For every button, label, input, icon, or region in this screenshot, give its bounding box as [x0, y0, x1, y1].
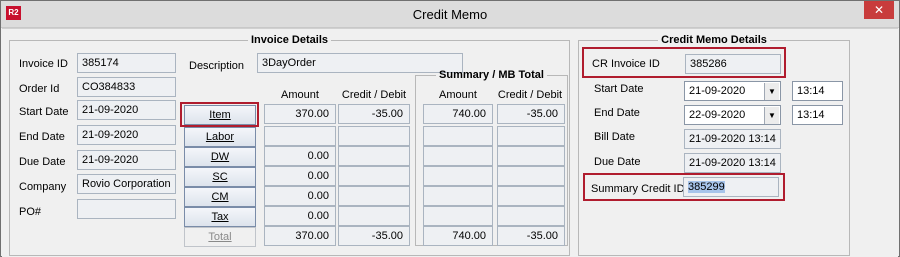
item-button-highlight — [180, 102, 259, 127]
close-button[interactable]: ✕ — [864, 1, 894, 19]
total-summary-amount-field[interactable]: 740.00 — [423, 226, 493, 246]
summary-credit-id-highlight — [583, 173, 785, 201]
order-id-label: Order Id — [19, 83, 60, 95]
dw-credit-debit-field[interactable] — [338, 146, 410, 166]
item-credit-debit-field[interactable]: -35.00 — [338, 104, 410, 124]
bill-date-label: Bill Date — [594, 131, 635, 143]
cm-end-time-field[interactable]: 13:14 — [792, 105, 843, 125]
sc-button[interactable]: SC — [184, 167, 256, 187]
window-title: Credit Memo — [412, 7, 488, 22]
total-button: Total — [184, 227, 256, 247]
chevron-down-icon[interactable]: ▼ — [764, 83, 779, 100]
client-area: Invoice Details Invoice ID 385174 Order … — [2, 28, 898, 257]
total-summary-credit-debit-field[interactable]: -35.00 — [497, 226, 565, 246]
tax-summary-credit-debit-field[interactable] — [497, 206, 565, 226]
cm-start-date-combo[interactable]: 21-09-2020 ▼ — [684, 81, 781, 101]
end-date-field[interactable]: 21-09-2020 — [77, 125, 176, 145]
due-date-field[interactable]: 21-09-2020 — [77, 150, 176, 170]
cm-end-date-value: 22-09-2020 — [689, 109, 746, 121]
po-number-field[interactable] — [77, 199, 176, 219]
credit-memo-details-legend: Credit Memo Details — [661, 34, 767, 46]
labor-summary-amount-field[interactable] — [423, 126, 493, 146]
total-credit-debit-field[interactable]: -35.00 — [338, 226, 410, 246]
cm-due-date-field[interactable]: 21-09-2020 13:14 — [684, 153, 781, 173]
cm-start-time-field[interactable]: 13:14 — [792, 81, 843, 101]
labor-summary-credit-debit-field[interactable] — [497, 126, 565, 146]
tax-credit-debit-field[interactable] — [338, 206, 410, 226]
invoice-details-legend: Invoice Details — [250, 34, 329, 46]
summary-mb-total-legend: Summary / MB Total — [439, 69, 544, 81]
invoice-id-field[interactable]: 385174 — [77, 53, 176, 73]
sc-credit-debit-field[interactable] — [338, 166, 410, 186]
cm-credit-debit-field[interactable] — [338, 186, 410, 206]
title-bar[interactable]: R2 Credit Memo ✕ — [1, 1, 899, 28]
cm-end-date-combo[interactable]: 22-09-2020 ▼ — [684, 105, 781, 125]
dw-amount-field[interactable]: 0.00 — [264, 146, 336, 166]
summary-credit-debit-column-header: Credit / Debit — [497, 89, 563, 101]
due-date-label: Due Date — [19, 156, 66, 168]
cm-button[interactable]: CM — [184, 187, 256, 207]
chevron-down-icon[interactable]: ▼ — [764, 107, 779, 124]
cm-amount-field[interactable]: 0.00 — [264, 186, 336, 206]
cm-end-date-label: End Date — [594, 107, 640, 119]
start-date-field[interactable]: 21-09-2020 — [77, 100, 176, 120]
item-summary-credit-debit-field[interactable]: -35.00 — [497, 104, 565, 124]
dw-summary-amount-field[interactable] — [423, 146, 493, 166]
end-date-label: End Date — [19, 131, 65, 143]
bill-date-field[interactable]: 21-09-2020 13:14 — [684, 129, 781, 149]
company-label: Company — [19, 181, 67, 193]
cm-summary-amount-field[interactable] — [423, 186, 493, 206]
dw-button[interactable]: DW — [184, 147, 256, 167]
cm-due-date-label: Due Date — [594, 156, 641, 168]
tax-amount-field[interactable]: 0.00 — [264, 206, 336, 226]
credit-memo-window: R2 Credit Memo ✕ Invoice Details Invoice… — [0, 0, 900, 257]
tax-button[interactable]: Tax — [184, 207, 256, 227]
credit-debit-column-header: Credit / Debit — [341, 89, 407, 101]
cr-invoice-id-highlight — [582, 47, 786, 78]
cm-start-date-label: Start Date — [594, 83, 644, 95]
po-number-label: PO# — [19, 206, 42, 218]
cm-start-date-value: 21-09-2020 — [689, 85, 746, 97]
dw-summary-credit-debit-field[interactable] — [497, 146, 565, 166]
summary-amount-column-header: Amount — [439, 89, 477, 101]
sc-amount-field[interactable]: 0.00 — [264, 166, 336, 186]
labor-button[interactable]: Labor — [184, 127, 256, 147]
order-id-field[interactable]: CO384833 — [77, 77, 176, 97]
tax-summary-amount-field[interactable] — [423, 206, 493, 226]
total-amount-field[interactable]: 370.00 — [264, 226, 336, 246]
item-summary-amount-field[interactable]: 740.00 — [423, 104, 493, 124]
sc-summary-amount-field[interactable] — [423, 166, 493, 186]
sc-summary-credit-debit-field[interactable] — [497, 166, 565, 186]
company-field[interactable]: Rovio Corporation — [77, 174, 176, 194]
amount-column-header: Amount — [281, 89, 319, 101]
cm-summary-credit-debit-field[interactable] — [497, 186, 565, 206]
item-amount-field[interactable]: 370.00 — [264, 104, 336, 124]
labor-credit-debit-field[interactable] — [338, 126, 410, 146]
description-label: Description — [189, 60, 245, 72]
start-date-label: Start Date — [19, 106, 69, 118]
labor-amount-field[interactable] — [264, 126, 336, 146]
invoice-id-label: Invoice ID — [19, 58, 68, 70]
